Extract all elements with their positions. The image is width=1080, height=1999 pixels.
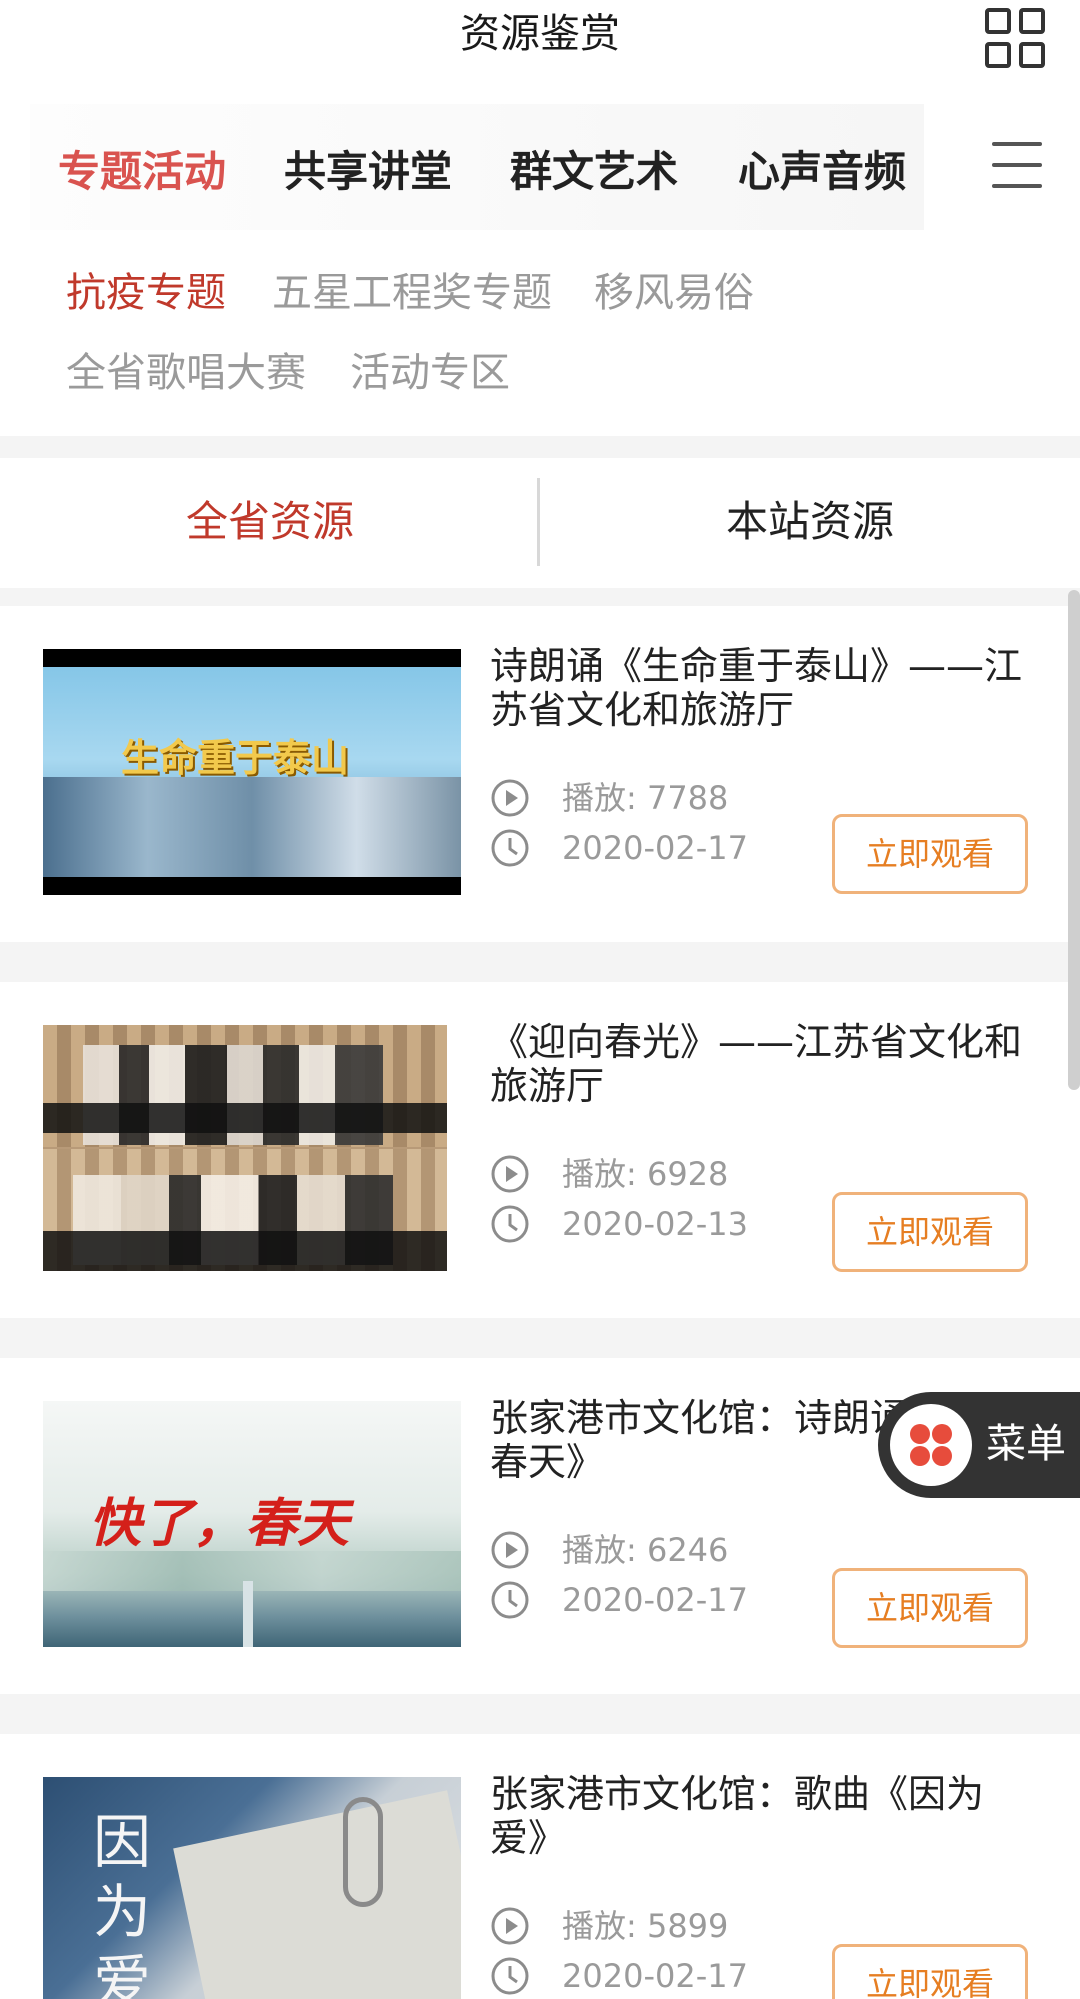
video-thumbnail[interactable] <box>43 1025 447 1271</box>
watch-now-button[interactable]: 立即观看 <box>832 1568 1028 1648</box>
tab-shared-lecture[interactable]: 共享讲堂 <box>284 144 452 200</box>
clock-icon <box>491 1957 529 1995</box>
subtab-five-star[interactable]: 五星工程奖专题 <box>272 266 552 320</box>
thumbnail-caption: 快了，春天 <box>89 1493 350 1554</box>
video-thumbnail[interactable]: 生命重于泰山 <box>43 649 461 895</box>
separator <box>0 942 1080 982</box>
clock-icon <box>491 1581 529 1619</box>
subtab-customs[interactable]: 移风易俗 <box>594 266 754 320</box>
watch-now-button[interactable]: 立即观看 <box>832 1192 1028 1272</box>
app-header: 资源鉴赏 <box>0 0 1080 76</box>
hamburger-icon[interactable] <box>992 142 1042 188</box>
item-title[interactable]: 张家港市文化馆：歌曲《因为爱》 <box>490 1772 1030 1860</box>
item-title[interactable]: 《迎向春光》——江苏省文化和旅游厅 <box>490 1020 1030 1108</box>
floating-menu-button[interactable]: 菜单 <box>878 1392 1080 1498</box>
item-title[interactable]: 诗朗诵《生命重于泰山》——江苏省文化和旅游厅 <box>490 644 1030 732</box>
tab-special-events[interactable]: 专题活动 <box>58 144 226 200</box>
clock-icon <box>491 829 529 867</box>
resource-toggle: 全省资源 本站资源 <box>0 458 1080 588</box>
grid-icon[interactable] <box>985 8 1047 70</box>
tab-voice-audio[interactable]: 心声音频 <box>738 144 906 200</box>
subtab-activity-zone[interactable]: 活动专区 <box>350 346 510 400</box>
play-icon <box>491 1907 529 1945</box>
tab-station-resources[interactable]: 本站资源 <box>540 494 1080 550</box>
video-thumbnail[interactable]: 因为爱 <box>43 1777 461 1999</box>
clock-icon <box>491 1205 529 1243</box>
subtab-anti-epidemic[interactable]: 抗疫专题 <box>66 266 226 320</box>
subtab-singing-contest[interactable]: 全省歌唱大赛 <box>66 346 306 400</box>
separator <box>0 588 1080 606</box>
scrollbar[interactable] <box>1068 590 1080 1090</box>
separator <box>0 1694 1080 1734</box>
separator <box>0 1318 1080 1358</box>
watch-now-button[interactable]: 立即观看 <box>832 1944 1028 1999</box>
separator <box>0 436 1080 458</box>
thumbnail-caption: 生命重于泰山 <box>121 735 350 780</box>
play-icon <box>491 1531 529 1569</box>
tab-mass-art[interactable]: 群文艺术 <box>510 144 678 200</box>
list-item[interactable]: 因为爱 张家港市文化馆：歌曲《因为爱》 播放: 5899 2020-02-17 … <box>0 1734 1068 1999</box>
list-item[interactable]: 生命重于泰山 诗朗诵《生命重于泰山》——江苏省文化和旅游厅 播放: 7788 2… <box>0 606 1068 942</box>
video-thumbnail[interactable]: 快了，春天 <box>43 1401 461 1647</box>
list-item[interactable]: 《迎向春光》——江苏省文化和旅游厅 播放: 6928 2020-02-13 立即… <box>0 982 1068 1318</box>
play-icon <box>491 779 529 817</box>
play-icon <box>491 1155 529 1193</box>
flower-icon <box>890 1404 972 1486</box>
watch-now-button[interactable]: 立即观看 <box>832 814 1028 894</box>
thumbnail-caption: 因为爱 <box>93 1808 152 1999</box>
page-title: 资源鉴赏 <box>460 11 620 57</box>
floating-menu-label: 菜单 <box>986 1421 1066 1467</box>
tab-province-resources[interactable]: 全省资源 <box>0 494 540 550</box>
